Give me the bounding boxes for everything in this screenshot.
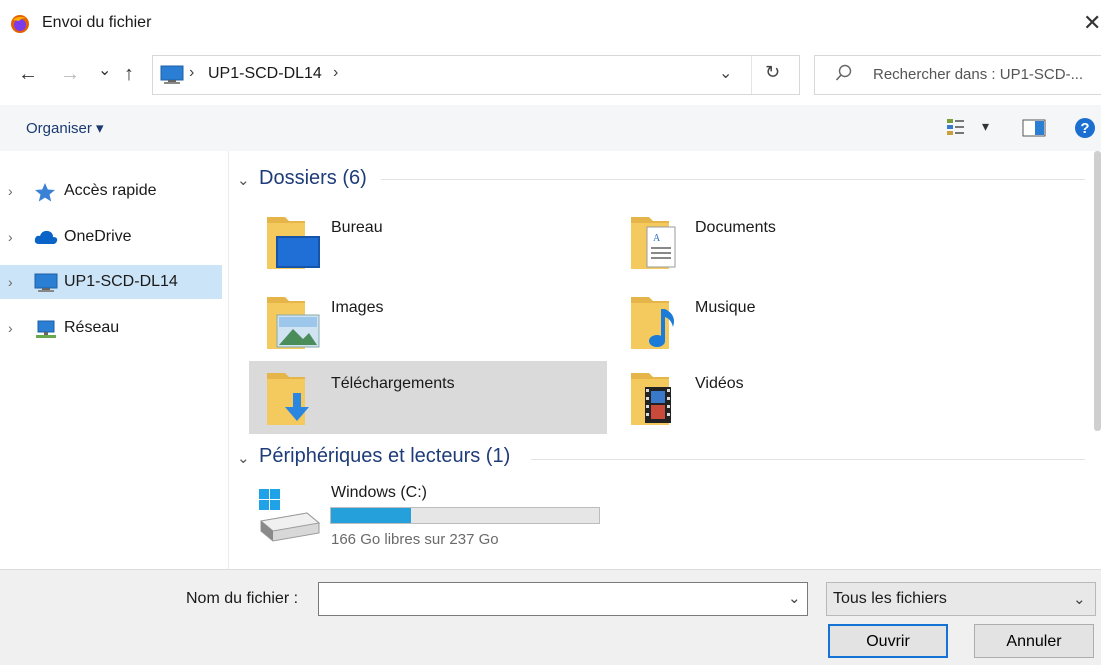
breadcrumb-separator: ›	[189, 64, 195, 81]
folder-label: Documents	[695, 219, 776, 236]
breadcrumb-expand[interactable]: ›	[333, 64, 338, 82]
sidebar-item-label: UP1-SCD-DL14	[64, 273, 178, 290]
collapse-chevron[interactable]: ⌄	[237, 449, 250, 467]
filename-input[interactable]	[318, 582, 808, 616]
desktop-folder-icon	[267, 217, 320, 269]
expand-chevron[interactable]: ›	[8, 320, 13, 336]
drive-label: Windows (C:)	[331, 484, 428, 501]
music-folder-icon	[631, 297, 674, 349]
sidebar-item-quick-access[interactable]: › Accès rapide	[0, 174, 222, 208]
sidebar-item-label: OneDrive	[64, 228, 132, 245]
organise-menu[interactable]: Organiser ▾	[26, 119, 104, 137]
svg-text:?: ?	[1080, 120, 1089, 137]
search-box[interactable]: Rechercher dans : UP1-SCD-...	[814, 55, 1101, 95]
computer-icon	[34, 273, 58, 292]
documents-folder-icon: A	[631, 217, 676, 269]
folder-label: Musique	[695, 299, 756, 316]
drive-tile-windows-c[interactable]: Windows (C:) 166 Go libres sur 237 Go	[249, 481, 849, 561]
filename-history-dropdown[interactable]: ⌄	[788, 589, 801, 607]
sidebar-item-label: Accès rapide	[64, 182, 157, 199]
folder-tile-documents[interactable]: A Documents	[613, 205, 971, 279]
folder-tile-telechargements[interactable]: Téléchargements	[249, 361, 607, 434]
view-options-icon[interactable]	[946, 117, 966, 137]
window-title: Envoi du fichier	[42, 14, 152, 31]
address-history-dropdown[interactable]: ⌄	[719, 63, 732, 83]
folder-tile-musique[interactable]: Musique	[613, 285, 971, 359]
view-dropdown[interactable]: ▾	[982, 118, 989, 135]
sidebar-item-this-pc[interactable]: › UP1-SCD-DL14	[0, 265, 222, 299]
address-divider	[751, 56, 752, 94]
breadcrumb-current[interactable]: UP1-SCD-DL14	[208, 65, 322, 83]
group-divider	[531, 459, 1085, 460]
folder-label: Images	[331, 299, 384, 316]
sidebar-item-label: Réseau	[64, 319, 120, 336]
up-button[interactable]: ↑	[124, 63, 134, 86]
search-input[interactable]: Rechercher dans : UP1-SCD-...	[873, 66, 1083, 83]
downloads-folder-icon	[267, 373, 309, 425]
chevron-down-icon: ⌄	[1073, 591, 1086, 608]
collapse-chevron[interactable]: ⌄	[237, 171, 250, 189]
network-icon	[36, 320, 56, 338]
group-title: Dossiers (6)	[259, 167, 367, 189]
file-type-value: Tous les fichiers	[833, 590, 947, 607]
expand-chevron[interactable]: ›	[8, 183, 13, 199]
recent-locations-button[interactable]: ⌄	[98, 60, 111, 80]
cloud-icon	[34, 230, 58, 244]
expand-chevron[interactable]: ›	[8, 274, 13, 290]
hard-drive-icon	[259, 489, 321, 542]
file-list-pane: ⌄ Dossiers (6) Bureau A Documents Images…	[229, 151, 1101, 569]
back-button[interactable]: ←	[18, 63, 38, 86]
folder-label: Bureau	[331, 219, 383, 236]
search-icon	[835, 64, 852, 81]
cancel-button[interactable]: Annuler	[974, 624, 1094, 658]
sidebar-item-onedrive[interactable]: › OneDrive	[0, 220, 222, 254]
group-divider	[381, 179, 1085, 180]
file-upload-dialog: Envoi du fichier ✕ ← → ⌄ ↑ › UP1-SCD-DL1…	[0, 0, 1101, 665]
folder-tile-images[interactable]: Images	[249, 285, 607, 359]
preview-pane-icon[interactable]	[1022, 119, 1046, 137]
refresh-button[interactable]: ↻	[765, 62, 780, 83]
address-bar[interactable]: › UP1-SCD-DL14 › ⌄ ↻	[152, 55, 800, 95]
navigation-pane: › Accès rapide › OneDrive › UP1-SCD-DL14…	[0, 151, 229, 569]
pictures-folder-icon	[267, 297, 320, 349]
file-type-select[interactable]: Tous les fichiers ⌄	[826, 582, 1096, 616]
drive-usage-fill	[331, 508, 412, 523]
folder-tile-videos[interactable]: Vidéos	[613, 361, 971, 435]
folder-label: Vidéos	[695, 375, 744, 392]
title-bar: Envoi du fichier ✕	[0, 0, 1101, 48]
drive-free-space: 166 Go libres sur 237 Go	[331, 531, 499, 548]
folder-label: Téléchargements	[331, 375, 455, 392]
group-title: Périphériques et lecteurs (1)	[259, 445, 511, 467]
forward-button[interactable]: →	[60, 63, 80, 86]
star-icon	[35, 183, 55, 202]
drive-usage-bar	[330, 507, 600, 524]
filename-label: Nom du fichier :	[186, 590, 299, 607]
sidebar-item-network[interactable]: › Réseau	[0, 311, 222, 345]
close-button[interactable]: ✕	[1083, 10, 1101, 36]
folder-tile-bureau[interactable]: Bureau	[249, 205, 607, 279]
firefox-icon	[11, 15, 29, 33]
expand-chevron[interactable]: ›	[8, 229, 13, 245]
command-bar: Organiser ▾ ▾ ?	[0, 105, 1101, 152]
svg-text:A: A	[653, 233, 661, 244]
dialog-footer: Nom du fichier : ⌄ Tous les fichiers ⌄ O…	[0, 569, 1101, 665]
open-button[interactable]: Ouvrir	[828, 624, 948, 658]
videos-folder-icon	[631, 373, 671, 425]
vertical-scrollbar[interactable]	[1094, 151, 1101, 431]
computer-icon	[160, 65, 184, 84]
help-icon[interactable]: ?	[1074, 117, 1096, 139]
